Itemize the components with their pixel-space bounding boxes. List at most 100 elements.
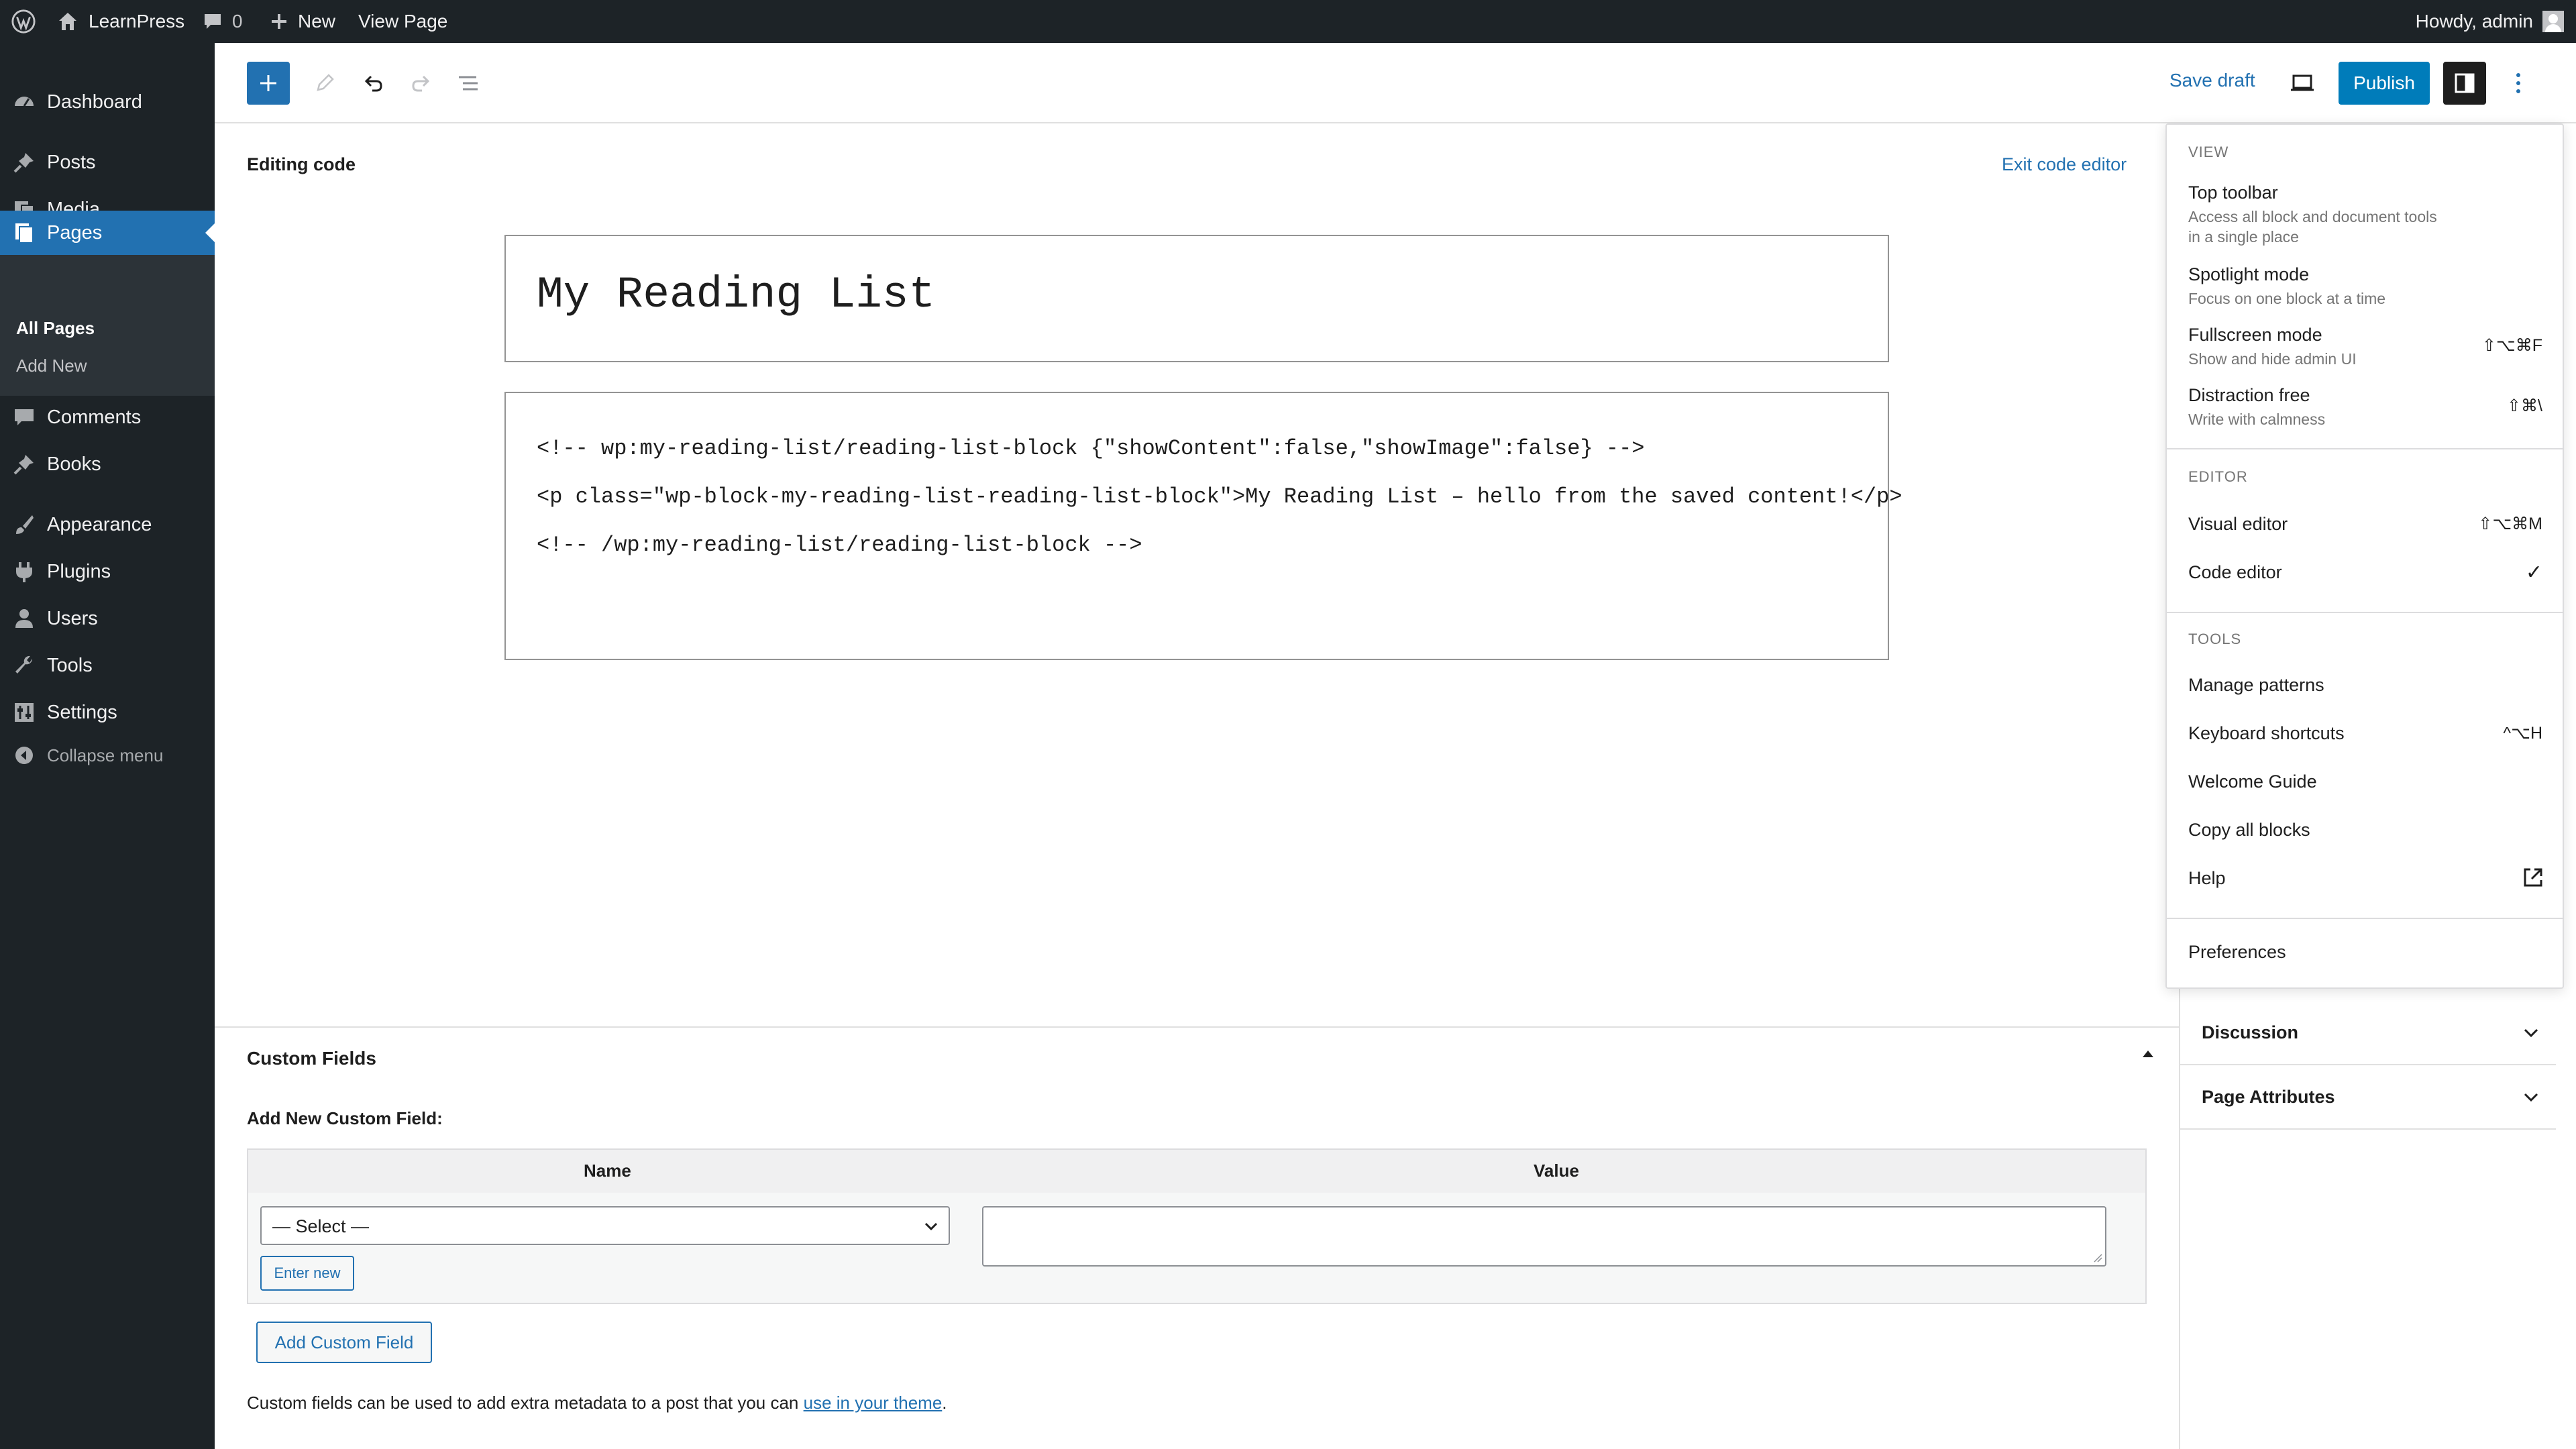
block-inserter-button[interactable]	[247, 62, 290, 105]
pages-icon	[15, 223, 34, 244]
menu-item-shortcut: ⇧⌥⌘F	[2481, 336, 2542, 355]
settings-sidebar-toggle[interactable]	[2443, 62, 2486, 105]
menu-item-description: Write with calmness	[2188, 411, 2326, 428]
enter-new-button[interactable]: Enter new	[260, 1256, 354, 1291]
resize-handle-icon[interactable]	[2093, 1253, 2102, 1263]
settings-icon	[15, 703, 34, 722]
help-suffix: .	[942, 1393, 947, 1413]
code-line: <p class="wp-block-my-reading-list-readi…	[537, 484, 1902, 509]
discussion-panel[interactable]: Discussion	[2180, 1001, 2556, 1065]
discussion-title: Discussion	[2202, 1022, 2299, 1042]
submenu-all-pages[interactable]: All Pages	[16, 318, 95, 339]
menu-item-top-toolbar[interactable]: Top toolbar Access all block and documen…	[2167, 182, 2563, 250]
custom-fields-help-text: Custom fields can be used to add extra m…	[247, 1393, 947, 1413]
comment-icon	[15, 409, 34, 425]
sidebar-item-label: Books	[47, 453, 101, 475]
menu-item-label: Help	[2188, 868, 2226, 888]
select-value: — Select —	[272, 1216, 370, 1236]
tools-button[interactable]	[309, 67, 341, 99]
custom-field-name-select[interactable]: — Select —	[260, 1206, 950, 1245]
sidebar-item-label: Dashboard	[47, 91, 142, 113]
sidebar-item-dashboard[interactable]: Dashboard	[0, 79, 215, 125]
user-icon	[15, 609, 33, 628]
menu-item-spotlight-mode[interactable]: Spotlight mode Focus on one block at a t…	[2167, 264, 2563, 311]
sidebar-item-pages[interactable]: Pages	[0, 211, 215, 255]
menu-item-preferences[interactable]: Preferences	[2167, 942, 2563, 975]
add-custom-field-button[interactable]: Add Custom Field	[256, 1322, 432, 1363]
avatar	[2542, 11, 2564, 32]
menu-item-visual-editor[interactable]: Visual editor ⇧⌥⌘M	[2167, 514, 2563, 547]
menu-item-label: Manage patterns	[2188, 675, 2324, 695]
menu-item-help[interactable]: Help	[2167, 868, 2563, 902]
view-page-label: View Page	[358, 11, 448, 32]
sidebar-item-label: Settings	[47, 701, 117, 723]
sidebar-item-tools[interactable]: Tools	[0, 643, 215, 688]
column-value-header: Value	[1534, 1161, 1579, 1181]
sidebar-item-users[interactable]: Users	[0, 596, 215, 641]
pencil-icon	[317, 74, 334, 91]
site-name: LearnPress	[89, 11, 185, 32]
sidebar-item-settings[interactable]: Settings	[0, 690, 215, 735]
custom-field-value-textarea[interactable]	[982, 1206, 2106, 1267]
sidebar-item-label: Comments	[47, 406, 142, 428]
table-header-row	[248, 1150, 2145, 1193]
submenu-add-new[interactable]: Add New	[16, 356, 87, 376]
new-content-link[interactable]: New	[270, 0, 335, 43]
account-menu[interactable]: Howdy, admin	[2416, 0, 2564, 43]
menu-item-copy-all-blocks[interactable]: Copy all blocks	[2167, 820, 2563, 853]
code-textarea[interactable]	[504, 392, 1889, 660]
undo-button[interactable]	[357, 67, 389, 99]
wordpress-logo[interactable]	[11, 0, 36, 43]
chevron-down-icon	[924, 1222, 938, 1231]
sidebar-item-label: Tools	[47, 654, 93, 676]
howdy-text: Howdy, admin	[2415, 11, 2533, 32]
publish-button[interactable]: Publish	[2339, 62, 2430, 105]
menu-item-label: Visual editor	[2188, 514, 2288, 534]
sidebar-item-comments[interactable]: Comments	[0, 394, 215, 440]
menu-item-fullscreen-mode[interactable]: Fullscreen mode Show and hide admin UI ⇧…	[2167, 325, 2563, 372]
title-input[interactable]: My Reading List	[504, 235, 1889, 362]
use-in-theme-link[interactable]: use in your theme	[804, 1393, 943, 1413]
page-title-text: My Reading List	[537, 270, 936, 320]
undo-icon	[364, 75, 382, 92]
comments-link[interactable]: 0	[203, 0, 243, 43]
view-page-link[interactable]: View Page	[358, 0, 447, 43]
page-attributes-panel[interactable]: Page Attributes	[2180, 1065, 2556, 1130]
laptop-icon	[2291, 74, 2314, 91]
menu-separator	[2167, 448, 2563, 449]
options-menu-button[interactable]	[2502, 67, 2534, 99]
redo-button[interactable]	[405, 67, 437, 99]
sidebar-item-plugins[interactable]: Plugins	[0, 549, 215, 594]
comment-bubble-icon	[205, 14, 221, 29]
menu-item-manage-patterns[interactable]: Manage patterns	[2167, 675, 2563, 708]
document-overview-button[interactable]	[452, 67, 484, 99]
menu-item-label: Welcome Guide	[2188, 771, 2317, 792]
external-link-icon	[2524, 868, 2542, 887]
collapse-caret-icon[interactable]	[2143, 1051, 2153, 1057]
custom-fields-heading: Custom Fields	[247, 1048, 376, 1069]
menu-item-code-editor[interactable]: Code editor ✓	[2167, 561, 2563, 596]
preview-button[interactable]	[2286, 67, 2318, 99]
home-icon	[59, 13, 76, 30]
menu-item-keyboard-shortcuts[interactable]: Keyboard shortcuts ^⌥H	[2167, 723, 2563, 757]
code-line: <!-- wp:my-reading-list/reading-list-blo…	[537, 436, 1645, 461]
exit-code-editor-button[interactable]: Exit code editor	[2002, 154, 2127, 175]
options-dropdown-menu: VIEW Top toolbar Access all block and do…	[2165, 123, 2564, 989]
page-attributes-title: Page Attributes	[2202, 1087, 2335, 1107]
pages-submenu: All Pages Add New	[0, 255, 215, 396]
site-name-link[interactable]: LearnPress	[56, 0, 184, 43]
sidebar-item-label: Appearance	[47, 513, 152, 535]
menu-item-distraction-free[interactable]: Distraction free Write with calmness ⇧⌘\	[2167, 385, 2563, 432]
sidebar-item-books[interactable]: Books	[0, 441, 215, 487]
save-draft-button[interactable]: Save draft	[2169, 70, 2255, 91]
sidebar-item-label: Plugins	[47, 560, 111, 582]
collapse-icon	[15, 747, 33, 764]
sidebar-item-appearance[interactable]: Appearance	[0, 502, 215, 547]
brush-icon	[16, 515, 34, 534]
menu-item-welcome-guide[interactable]: Welcome Guide	[2167, 771, 2563, 805]
checkmark-icon: ✓	[2525, 561, 2542, 584]
collapse-menu-button[interactable]: Collapse menu	[0, 733, 215, 778]
sidebar-item-posts[interactable]: Posts	[0, 140, 215, 185]
menu-item-shortcut: ⇧⌘\	[2507, 396, 2542, 415]
plus-icon	[260, 75, 276, 91]
